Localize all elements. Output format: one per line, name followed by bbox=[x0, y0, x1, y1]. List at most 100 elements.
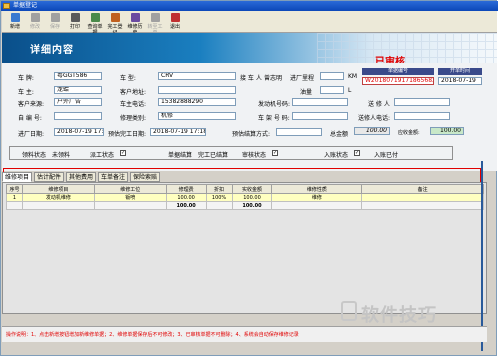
status-label-1: 派工状态 bbox=[90, 152, 115, 159]
plate-field[interactable]: 粤GGT586 bbox=[54, 72, 102, 80]
empty-cell bbox=[206, 289, 233, 298]
tab-4[interactable]: 保险索赔 bbox=[130, 172, 161, 182]
order-date-field[interactable]: 2018-07-19 bbox=[438, 77, 482, 85]
column-header[interactable]: 备注 bbox=[361, 184, 484, 194]
plate-label: 车 牌: bbox=[18, 75, 34, 82]
empty-row bbox=[6, 233, 484, 242]
settle-field[interactable] bbox=[276, 128, 322, 136]
empty-cell bbox=[271, 257, 362, 266]
toolbar-button-0[interactable]: 新增 bbox=[6, 12, 24, 32]
fuel-field[interactable] bbox=[320, 86, 344, 94]
toolbar-button-5[interactable]: 完工登记 bbox=[106, 12, 124, 36]
detail-banner: 详细内容 bbox=[2, 33, 497, 63]
empty-cell bbox=[206, 217, 233, 226]
empty-cell bbox=[206, 297, 233, 306]
empty-cell bbox=[206, 225, 233, 234]
empty-cell bbox=[22, 273, 95, 282]
repairer-phone-field[interactable] bbox=[394, 112, 450, 120]
toolbar-button-2[interactable]: 保存 bbox=[46, 12, 64, 32]
empty-cell bbox=[361, 281, 484, 290]
address-field[interactable] bbox=[158, 86, 236, 94]
table-cell: 100.00 bbox=[165, 193, 207, 202]
empty-row bbox=[6, 225, 484, 234]
tab-3[interactable]: 车单备注 bbox=[98, 172, 129, 182]
toolbar-button-6[interactable]: 维修历史 bbox=[126, 12, 144, 36]
total-cell bbox=[271, 201, 363, 210]
order-no-label: 单据编号 bbox=[362, 68, 434, 75]
column-header[interactable]: 实收金额 bbox=[231, 184, 273, 194]
column-header[interactable]: 序号 bbox=[6, 184, 23, 194]
empty-cell bbox=[6, 209, 23, 218]
phone-field[interactable]: 15382888290 bbox=[158, 98, 236, 106]
empty-cell bbox=[22, 265, 95, 274]
total-label: 总金额 bbox=[330, 131, 349, 138]
column-header[interactable]: 维修性质 bbox=[271, 184, 363, 194]
status-checkbox-3[interactable]: ✓ bbox=[272, 150, 278, 156]
model-field[interactable]: CRV bbox=[158, 72, 236, 80]
print-icon bbox=[70, 13, 80, 22]
empty-cell bbox=[94, 273, 167, 282]
repair-type-field[interactable]: 机修 bbox=[158, 112, 236, 120]
column-header[interactable]: 维修工位 bbox=[93, 184, 167, 194]
status-label-3: 审核状态 bbox=[242, 152, 267, 159]
empty-cell bbox=[166, 281, 207, 290]
empty-cell bbox=[271, 217, 362, 226]
in-date-label: 进厂日期: bbox=[18, 131, 45, 138]
empty-cell bbox=[166, 209, 207, 218]
mileage-field[interactable] bbox=[320, 72, 344, 80]
empty-cell bbox=[6, 241, 23, 250]
toolbar-button-7[interactable]: 转至工单 bbox=[146, 12, 164, 36]
frame-field[interactable] bbox=[292, 112, 348, 120]
toolbar-button-3[interactable]: 打印 bbox=[66, 12, 84, 32]
address-label: 客户地址: bbox=[120, 89, 147, 96]
toolbar-button-4[interactable]: 查询单据 bbox=[86, 12, 104, 36]
tab-2[interactable]: 其他费用 bbox=[66, 172, 97, 182]
eta-field[interactable]: 2018-07-19 17:18 bbox=[150, 128, 206, 136]
right-divider bbox=[481, 161, 483, 351]
engine-field[interactable] bbox=[292, 98, 348, 106]
sender-value[interactable]: 曾志明 bbox=[264, 73, 282, 82]
empty-cell bbox=[6, 233, 23, 242]
app-icon bbox=[3, 3, 10, 9]
empty-cell bbox=[6, 257, 23, 266]
toolbar: 新增 修改 保存 打印查询单据完工登记维修历史转至工单退出 bbox=[2, 11, 497, 36]
empty-cell bbox=[22, 209, 95, 218]
repair-type-label: 修理类别: bbox=[120, 115, 147, 122]
search-icon bbox=[90, 13, 100, 22]
settle-label: 预估结算方式: bbox=[232, 131, 271, 138]
column-header[interactable]: 维修项目 bbox=[21, 184, 95, 194]
owner-field[interactable]: 龙蛤 bbox=[54, 86, 102, 94]
status-label-5: 入账已付 bbox=[374, 152, 399, 159]
empty-cell bbox=[232, 209, 272, 218]
empty-cell bbox=[361, 209, 484, 218]
total-cell bbox=[205, 201, 233, 210]
empty-cell bbox=[22, 281, 95, 290]
tab-0[interactable]: 维修项目 bbox=[2, 172, 33, 182]
toolbar-button-label: 新增 bbox=[9, 24, 20, 30]
empty-cell bbox=[232, 265, 272, 274]
in-date-field[interactable]: 2018-07-19 17:1 bbox=[54, 128, 104, 136]
status-checkbox-4[interactable]: ✓ bbox=[354, 150, 360, 156]
totals-row: 100.00 100.00 bbox=[6, 201, 484, 210]
sender-label: 接 车 人 bbox=[240, 75, 262, 82]
column-header[interactable]: 修理费 bbox=[165, 184, 207, 194]
toolbar-button-label: 退出 bbox=[169, 24, 180, 30]
status-checkbox-1[interactable]: ✓ bbox=[120, 150, 126, 156]
empty-cell bbox=[22, 241, 95, 250]
car-no-field[interactable] bbox=[54, 112, 102, 120]
toolbar-button-8[interactable]: 退出 bbox=[166, 12, 184, 32]
empty-cell bbox=[166, 233, 207, 242]
banner-title: 详细内容 bbox=[30, 45, 74, 56]
source-field[interactable]: 户外广告 bbox=[54, 98, 102, 106]
table-row[interactable]: 1 发动机维修 钣喷 100.00 100% 100.00 维修 bbox=[6, 193, 484, 202]
empty-cell bbox=[271, 281, 362, 290]
empty-cell bbox=[6, 225, 23, 234]
toolbar-button-1[interactable]: 修改 bbox=[26, 12, 44, 32]
receivable-label: 应收金额: bbox=[398, 130, 420, 136]
tab-1[interactable]: 估计配件 bbox=[34, 172, 65, 182]
repairer-field[interactable] bbox=[394, 98, 450, 106]
total-cell bbox=[93, 201, 167, 210]
empty-cell bbox=[94, 225, 167, 234]
column-header[interactable]: 折扣 bbox=[205, 184, 233, 194]
empty-row bbox=[6, 249, 484, 258]
